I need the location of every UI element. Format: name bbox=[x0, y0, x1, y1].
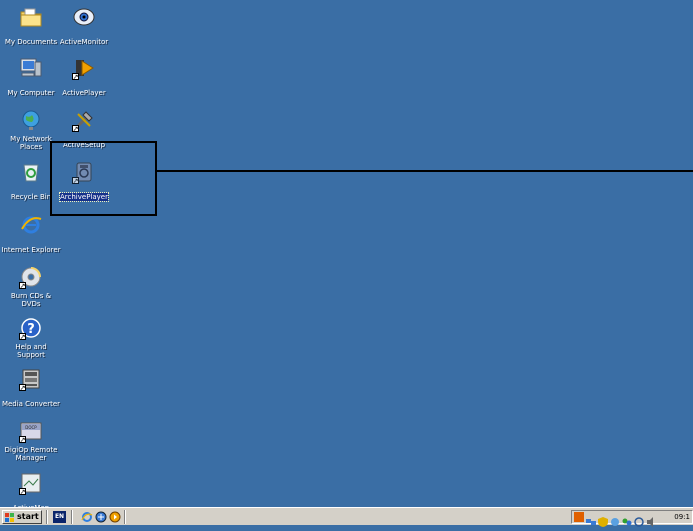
icon-label: Media Converter bbox=[1, 400, 61, 408]
remote-manager-icon: DOCP bbox=[19, 419, 43, 444]
windows-flag-icon bbox=[5, 513, 14, 522]
icon-label: My Computer bbox=[7, 89, 55, 97]
network-icon[interactable] bbox=[586, 512, 596, 525]
svg-text:?: ? bbox=[27, 322, 35, 337]
play-arrow-icon bbox=[72, 56, 96, 81]
quicklaunch-internet-explorer[interactable] bbox=[81, 511, 93, 523]
desktop-icon-activeplayer[interactable]: ActivePlayer bbox=[54, 56, 114, 99]
network-globe-icon bbox=[19, 108, 43, 132]
language-indicator[interactable]: EN bbox=[53, 511, 66, 523]
svg-text:DOCP: DOCP bbox=[25, 425, 37, 430]
callout-line bbox=[157, 170, 693, 172]
taskbar: start EN 09:1 bbox=[0, 507, 693, 527]
quicklaunch-media[interactable] bbox=[95, 511, 107, 523]
desktop-icon-internet-explorer[interactable]: Internet Explorer bbox=[1, 213, 61, 256]
desktop-icon-media-converter[interactable]: Media Converter bbox=[1, 367, 61, 410]
system-tray: 09:1 bbox=[571, 510, 693, 527]
icon-label: Recycle Bin bbox=[10, 193, 52, 201]
messenger-icon[interactable] bbox=[622, 512, 632, 526]
desktop-icon-digiop-remote-manager[interactable]: DOCP DigiOp Remote Manager bbox=[1, 419, 61, 464]
icon-label: My Documents bbox=[4, 38, 58, 46]
icon-label: ActiveMonitor bbox=[59, 38, 109, 46]
desktop-icon-help-support[interactable]: ? Help and Support bbox=[1, 316, 61, 361]
media-icon bbox=[95, 511, 107, 523]
desktop-icon-my-documents[interactable]: My Documents bbox=[1, 5, 61, 48]
speaker-icon[interactable] bbox=[646, 512, 656, 527]
film-reel-icon bbox=[19, 367, 43, 392]
clock[interactable]: 09:1 bbox=[674, 511, 690, 523]
recycle-bin-icon bbox=[19, 160, 43, 184]
internet-explorer-icon bbox=[81, 512, 93, 522]
icon-label: DigiOp Remote Manager bbox=[4, 446, 58, 462]
desktop-icon-burn-cds[interactable]: Burn CDs & DVDs bbox=[1, 265, 61, 310]
shield-icon[interactable] bbox=[598, 512, 608, 527]
taskbar-separator bbox=[71, 510, 73, 524]
cd-disc-icon bbox=[19, 265, 43, 290]
player-icon bbox=[109, 511, 121, 523]
help-question-icon: ? bbox=[19, 316, 43, 341]
icon-label: Burn CDs & DVDs bbox=[10, 292, 52, 308]
internet-explorer-icon bbox=[19, 213, 43, 237]
desktop[interactable]: My Documents My Computer My Network Plac… bbox=[0, 0, 693, 512]
start-button[interactable]: start bbox=[2, 510, 42, 524]
icon-label: ActivePlayer bbox=[62, 89, 106, 97]
icon-label: Internet Explorer bbox=[1, 246, 61, 254]
tools-setup-icon bbox=[72, 108, 96, 133]
desktop-icon-my-computer[interactable]: My Computer bbox=[1, 56, 61, 99]
icon-label: Help and Support bbox=[15, 343, 47, 359]
start-label: start bbox=[17, 512, 39, 521]
sync-icon[interactable] bbox=[634, 512, 644, 527]
desktop-icon-activemonitor[interactable]: ActiveMonitor bbox=[54, 5, 114, 48]
computer-icon bbox=[19, 56, 43, 80]
taskbar-separator bbox=[124, 510, 126, 524]
map-icon bbox=[19, 471, 43, 496]
taskbar-separator bbox=[46, 510, 48, 524]
app-icon[interactable] bbox=[610, 512, 620, 526]
quicklaunch-player[interactable] bbox=[109, 511, 121, 523]
highlight-box bbox=[50, 141, 157, 216]
eye-monitor-icon bbox=[72, 5, 96, 29]
tray-app-icon[interactable] bbox=[574, 512, 584, 522]
folder-documents-icon bbox=[19, 5, 43, 29]
